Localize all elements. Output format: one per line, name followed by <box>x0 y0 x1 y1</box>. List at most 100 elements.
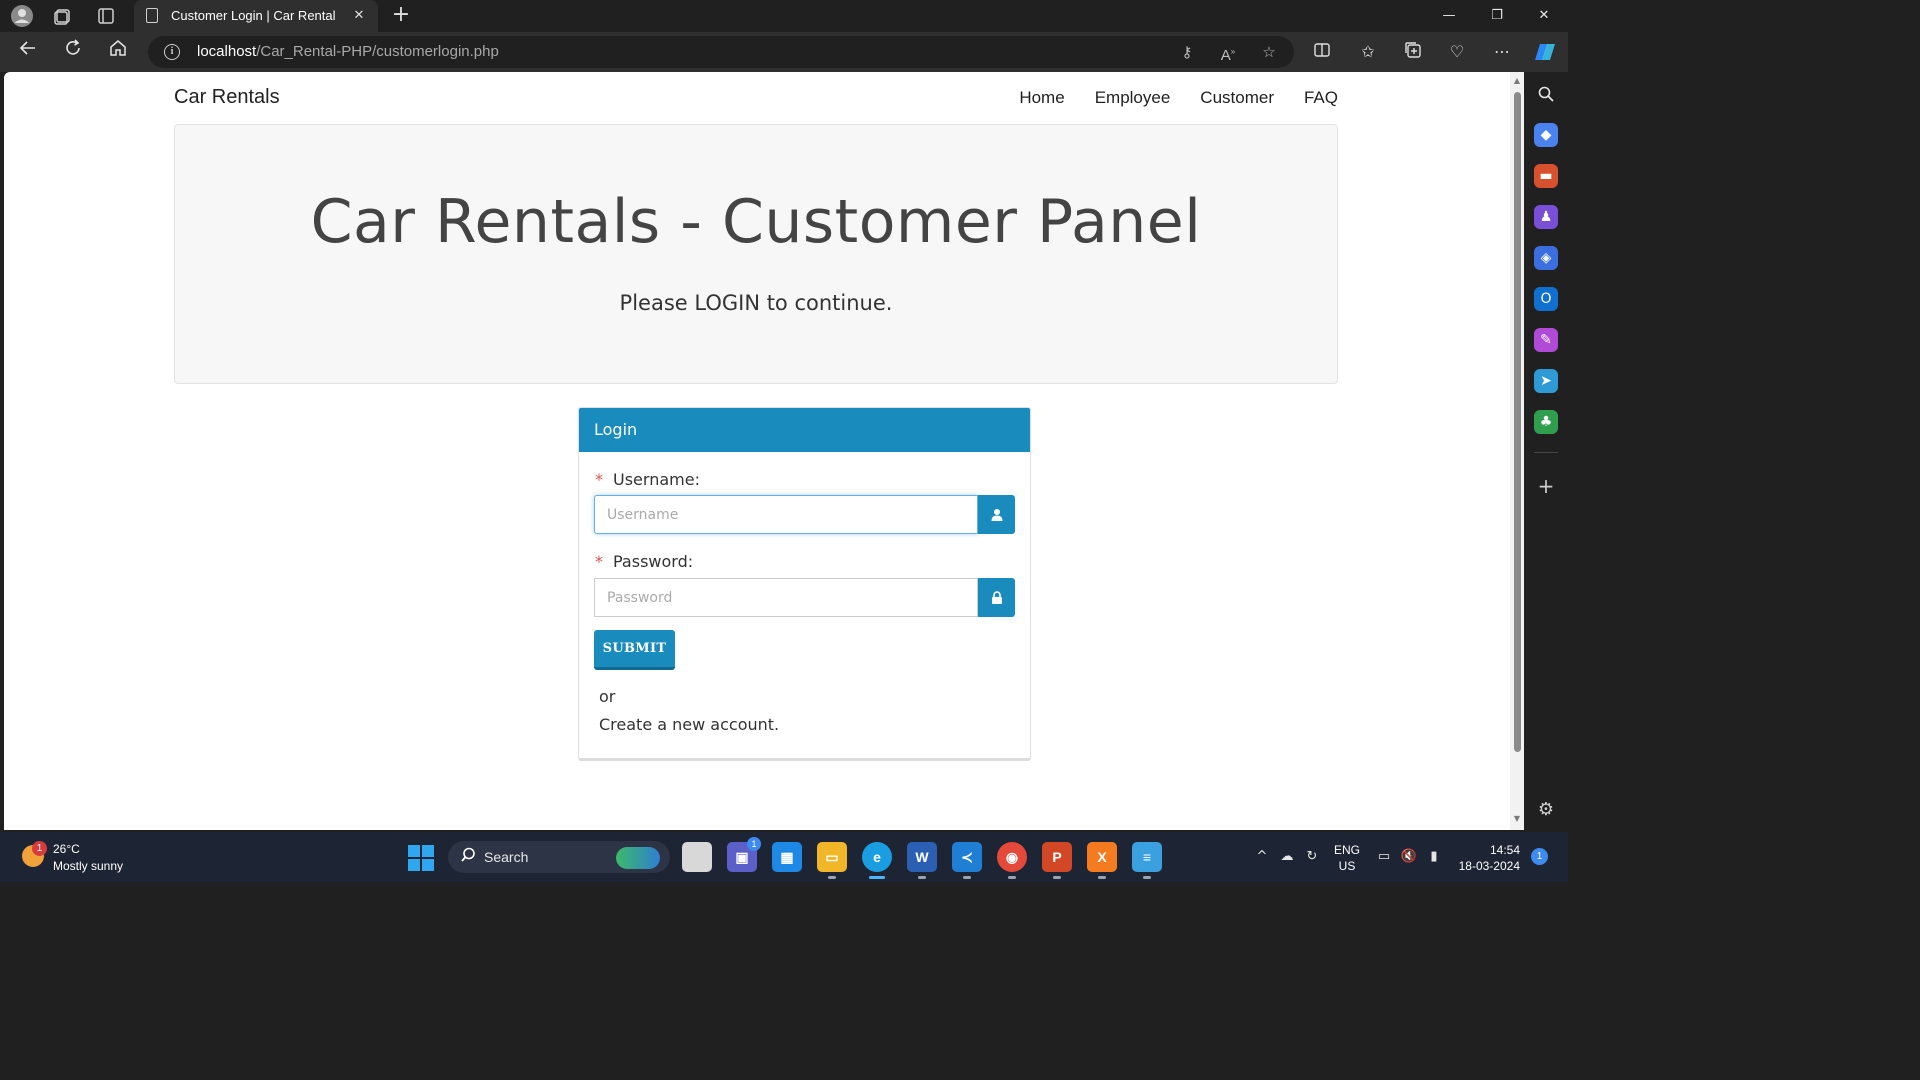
file-explorer-icon[interactable]: ▭ <box>817 842 847 879</box>
nav-home-link[interactable]: Home <box>1019 88 1064 108</box>
scroll-up-icon[interactable]: ▲ <box>1512 76 1522 86</box>
send-icon[interactable]: ➤ <box>1534 369 1558 393</box>
scroll-down-icon[interactable]: ▼ <box>1512 814 1522 824</box>
running-indicator <box>918 876 926 879</box>
login-panel-header: Login <box>579 408 1030 452</box>
refresh-icon[interactable] <box>58 38 88 66</box>
tree-icon[interactable]: ♣ <box>1534 410 1558 434</box>
widgets-app-icon[interactable]: ▦ <box>772 842 802 872</box>
favorite-star-icon[interactable]: ☆ <box>1257 40 1281 64</box>
read-aloud-icon[interactable]: A» <box>1216 40 1240 64</box>
nav-links: Home Employee Customer FAQ <box>989 88 1338 108</box>
weather-temp[interactable]: 26°C <box>53 842 80 856</box>
volume-muted-icon[interactable]: 🔇 <box>1399 847 1419 867</box>
split-screen-icon[interactable] <box>1310 40 1334 64</box>
games-icon[interactable]: ♟ <box>1534 205 1558 229</box>
scrollbar-thumb[interactable] <box>1514 92 1521 752</box>
hero-jumbotron: Car Rentals - Customer Panel Please LOGI… <box>174 124 1338 384</box>
running-indicator <box>1098 876 1106 879</box>
word-icon[interactable]: W <box>907 842 937 879</box>
teams-icon[interactable]: ▣ 1 <box>727 837 761 872</box>
more-menu-icon[interactable]: ⋯ <box>1490 40 1514 64</box>
login-panel-title: Login <box>594 420 638 439</box>
notepad-icon[interactable]: ≡ <box>1132 842 1162 879</box>
home-icon[interactable] <box>103 38 133 66</box>
url-text[interactable]: localhost/Car_Rental-PHP/customerlogin.p… <box>197 43 499 60</box>
browser-tab-bar: Customer Login | Car Rental ✕ + — ❐ ✕ <box>0 0 1568 32</box>
shopping-tag-icon[interactable]: ◆ <box>1534 123 1558 147</box>
close-window-icon[interactable]: ✕ <box>1521 0 1567 32</box>
copilot-icon[interactable] <box>1533 40 1557 64</box>
task-view-icon[interactable] <box>682 842 712 872</box>
clock[interactable]: 14:54 18-03-2024 <box>1450 842 1520 874</box>
language-indicator[interactable]: ENG US <box>1334 842 1360 874</box>
nav-faq-link[interactable]: FAQ <box>1304 88 1338 108</box>
required-mark: * <box>595 470 603 489</box>
profile-icon[interactable] <box>10 4 34 28</box>
edge-sidebar: ◆ ▬ ♟ ◈ O ✎ ➤ ♣ + ⚙ <box>1524 72 1568 832</box>
chrome-icon[interactable]: ◉ <box>997 842 1027 879</box>
close-tab-icon[interactable]: ✕ <box>348 4 370 28</box>
password-label: * Password: <box>595 552 694 571</box>
tools-icon[interactable]: ▬ <box>1534 164 1558 188</box>
image-creator-icon[interactable]: ✎ <box>1534 328 1558 352</box>
notification-badge[interactable]: 1 <box>1531 848 1548 865</box>
weather-desc[interactable]: Mostly sunny <box>53 859 123 873</box>
edge-browser-icon[interactable]: e <box>862 842 892 879</box>
onedrive-icon[interactable]: ☁ <box>1277 847 1297 867</box>
clock-date: 18-03-2024 <box>1458 859 1520 873</box>
collections-icon[interactable] <box>1401 40 1425 64</box>
create-account-link[interactable]: Create a new account. <box>599 715 779 734</box>
running-indicator <box>828 876 836 879</box>
site-info-icon[interactable]: i <box>164 44 180 60</box>
favorites-icon[interactable]: ✩ <box>1356 40 1380 64</box>
show-hidden-icons[interactable]: ^ <box>1252 847 1272 867</box>
new-tab-icon[interactable]: + <box>388 3 414 29</box>
outlook-icon[interactable]: O <box>1534 287 1558 311</box>
key-icon[interactable]: ⚷ <box>1175 40 1199 64</box>
username-label: * Username: <box>595 470 700 489</box>
active-indicator <box>869 876 885 879</box>
display-icon[interactable]: ▭ <box>1374 847 1394 867</box>
restore-icon[interactable]: ❐ <box>1474 0 1520 32</box>
xampp-icon[interactable]: X <box>1087 842 1117 879</box>
search-icon[interactable] <box>1534 82 1558 106</box>
password-input[interactable] <box>594 578 978 617</box>
sync-icon[interactable]: ↻ <box>1302 847 1322 867</box>
battery-icon[interactable]: ▮ <box>1424 847 1444 867</box>
lock-icon <box>978 578 1015 617</box>
site-navbar: Car Rentals Home Employee Customer FAQ <box>174 72 1338 124</box>
browser-essentials-icon[interactable]: ♡ <box>1445 40 1469 64</box>
page-scrollbar[interactable]: ▲ ▼ <box>1510 72 1524 830</box>
nav-employee-link[interactable]: Employee <box>1095 88 1171 108</box>
minimize-icon[interactable]: — <box>1426 0 1472 32</box>
teams-badge: 1 <box>747 837 761 851</box>
username-input[interactable] <box>594 495 978 534</box>
nav-customer-link[interactable]: Customer <box>1200 88 1274 108</box>
windows-taskbar: 1 26°C Mostly sunny Search ▣ 1 ▦ ▭ e W ≺ … <box>0 832 1568 882</box>
clock-time: 14:54 <box>1489 843 1520 857</box>
page-title: Car Rentals - Customer Panel <box>310 187 1202 257</box>
windows-start-icon[interactable] <box>408 845 434 871</box>
powerpoint-icon[interactable]: P <box>1042 842 1072 879</box>
brand-link[interactable]: Car Rentals <box>174 86 280 109</box>
running-indicator <box>963 876 971 879</box>
tab-actions-icon[interactable] <box>94 4 118 28</box>
weather-badge: 1 <box>32 841 47 856</box>
running-indicator <box>1053 876 1061 879</box>
browser-toolbar: i localhost/Car_Rental-PHP/customerlogin… <box>0 32 1568 72</box>
search-label: Search <box>484 849 529 865</box>
vscode-icon[interactable]: ≺ <box>952 842 982 879</box>
copilot-designer-icon[interactable]: ◈ <box>1534 246 1558 270</box>
active-tab[interactable]: Customer Login | Car Rental ✕ <box>134 0 378 32</box>
workspaces-icon[interactable] <box>51 4 75 28</box>
required-mark: * <box>595 552 603 571</box>
submit-button[interactable]: SUBMIT <box>594 630 675 670</box>
search-highlight-icon <box>616 847 660 869</box>
page-viewport: Car Rentals Home Employee Customer FAQ C… <box>4 72 1524 830</box>
address-bar[interactable]: i localhost/Car_Rental-PHP/customerlogin… <box>148 36 1294 68</box>
taskbar-search[interactable]: Search <box>448 841 670 873</box>
add-sidebar-icon[interactable]: + <box>1534 474 1558 498</box>
back-icon[interactable] <box>13 38 43 66</box>
settings-gear-icon[interactable]: ⚙ <box>1534 798 1558 822</box>
